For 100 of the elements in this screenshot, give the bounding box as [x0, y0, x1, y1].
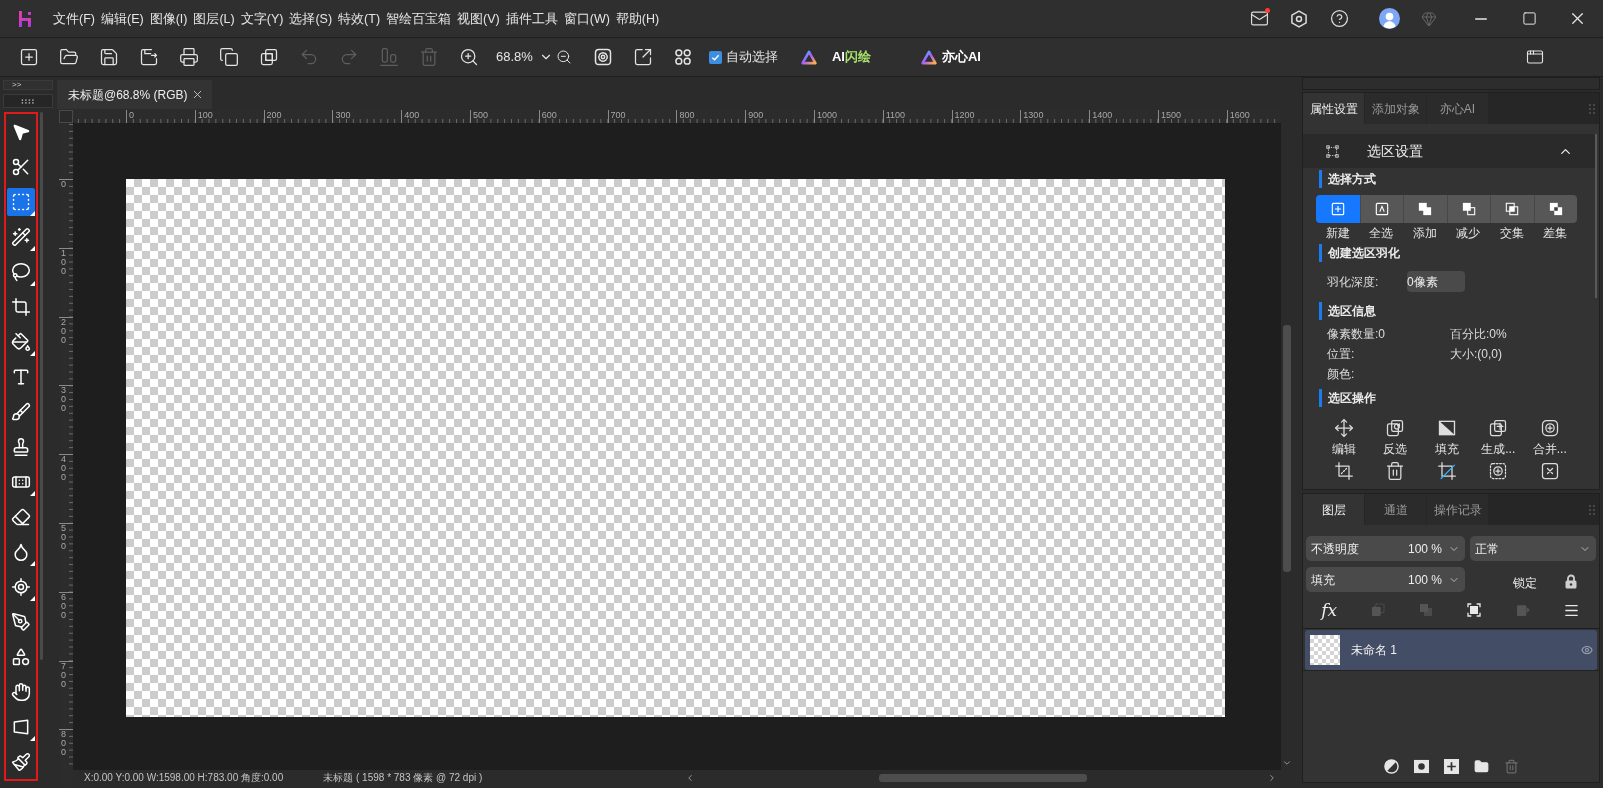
half-filled-square-icon[interactable]: [1436, 418, 1457, 438]
union-squares-icon[interactable]: [1418, 202, 1433, 216]
feather-depth-field[interactable]: 0像素: [1407, 271, 1465, 292]
selection-action-button[interactable]: 反选: [1369, 418, 1421, 457]
subtract-squares-icon[interactable]: [1461, 202, 1476, 216]
printer-icon[interactable]: [179, 47, 199, 67]
menu-item[interactable]: 文字(Y): [240, 10, 284, 27]
avatar-icon[interactable]: [1378, 8, 1400, 29]
menu-item[interactable]: 选择(S): [289, 10, 333, 27]
menu-item[interactable]: 编辑(E): [100, 10, 144, 27]
info-text: 百分比:0%: [1450, 326, 1507, 343]
stacked-squares-icon[interactable]: [1385, 418, 1406, 438]
floppy-arrow-icon[interactable]: [139, 47, 159, 67]
copy-icon[interactable]: [219, 47, 239, 67]
menu-item[interactable]: 视图(V): [457, 10, 500, 27]
help-icon[interactable]: [1329, 9, 1349, 28]
menu-item[interactable]: 插件工具: [505, 10, 558, 27]
panel-tab[interactable]: 亦心AI: [1427, 93, 1488, 124]
scrollbar-thumb[interactable]: [879, 774, 1087, 782]
ruler-label: 0: [61, 180, 67, 189]
selection-action-button[interactable]: 生成...: [1472, 418, 1524, 457]
circle-plus-icon[interactable]: [1539, 418, 1560, 438]
menu-item[interactable]: 窗口(W): [563, 10, 610, 27]
panel-tab[interactable]: 属性设置: [1303, 93, 1364, 124]
settings-icon[interactable]: [1289, 8, 1309, 29]
eye-icon[interactable]: [1581, 644, 1593, 656]
selection-action-button[interactable]: 填充: [1421, 418, 1473, 457]
framed-square-icon[interactable]: [1466, 602, 1483, 618]
selection-mode-button[interactable]: [1490, 195, 1534, 223]
info-text: 位置:: [1327, 346, 1355, 363]
panel-tab[interactable]: 操作记录: [1427, 494, 1488, 525]
ruler-label: 1100: [885, 110, 906, 120]
ai-button[interactable]: AI闪绘: [800, 47, 871, 67]
zoom-dropdown[interactable]: 68.8%: [496, 47, 553, 67]
mask-icon[interactable]: [1413, 758, 1429, 774]
plus-square-icon[interactable]: [19, 47, 39, 67]
checkmark-icon: [710, 52, 720, 62]
scroll-down-icon[interactable]: [1282, 758, 1292, 768]
intersect-squares-icon[interactable]: [1505, 202, 1520, 216]
menu-item[interactable]: 帮助(H): [615, 10, 660, 27]
trash-icon[interactable]: [1385, 461, 1406, 481]
folder-open-icon[interactable]: [59, 47, 79, 67]
panel-tab[interactable]: 通道: [1365, 494, 1426, 525]
ai-button[interactable]: 亦心AI: [920, 47, 981, 67]
grip-icon[interactable]: [1589, 103, 1595, 114]
field-label: 羽化深度:: [1327, 273, 1380, 291]
panel-tab[interactable]: 添加对象: [1365, 93, 1426, 124]
scrollbar-thumb[interactable]: [1595, 134, 1597, 298]
window-layout-icon[interactable]: [1526, 48, 1544, 66]
blend-mode-dropdown[interactable]: 正常: [1470, 536, 1596, 561]
checkbox-label[interactable]: 自动选择: [725, 47, 778, 67]
ruler-label: 400: [61, 455, 67, 483]
crop-icon[interactable]: [1333, 461, 1354, 481]
selection-action-button[interactable]: 合并...: [1524, 418, 1576, 457]
stacked-plus-icon[interactable]: [1488, 418, 1509, 438]
menu-item[interactable]: 智绘百宝箱: [386, 10, 452, 27]
zoom-out-icon[interactable]: [555, 49, 572, 65]
menu-item[interactable]: 文件(F): [53, 10, 95, 27]
close-icon[interactable]: [191, 88, 204, 101]
four-circles-icon[interactable]: [672, 47, 693, 67]
add-layer-icon[interactable]: [1443, 758, 1459, 774]
expand-panels-button[interactable]: >>: [3, 80, 53, 90]
x-square-icon[interactable]: [1539, 461, 1560, 481]
fill-dropdown[interactable]: 填充 100 %: [1306, 567, 1465, 592]
selection-mode-button[interactable]: [1533, 195, 1577, 223]
panel-tab[interactable]: 图层: [1303, 494, 1364, 525]
auto-select-checkbox[interactable]: [708, 50, 722, 64]
selection-mode-button[interactable]: [1403, 195, 1447, 223]
square-caret-icon[interactable]: [1374, 202, 1389, 216]
menu-item[interactable]: 特效(T): [338, 10, 381, 27]
section-header[interactable]: 选区设置: [1303, 134, 1595, 168]
selection-action-button[interactable]: 编辑: [1318, 418, 1370, 457]
ruler-label: 300: [61, 386, 67, 414]
opacity-dropdown[interactable]: 不透明度 100 %: [1306, 536, 1465, 561]
dashed-circle-plus-icon[interactable]: [1488, 461, 1509, 481]
menu-item[interactable]: 图像(I): [149, 10, 188, 27]
grip-icon[interactable]: [1589, 504, 1595, 515]
effects-button[interactable]: fx: [1305, 600, 1354, 620]
selection-mode-button[interactable]: [1446, 195, 1490, 223]
mode-label: 差集: [1543, 225, 1568, 241]
move-arrows-icon[interactable]: [1333, 418, 1354, 438]
menu-item[interactable]: 图层(L): [193, 10, 235, 27]
contrast-circle-icon[interactable]: [1383, 758, 1399, 774]
zoom-in-icon[interactable]: [459, 47, 479, 67]
selection-mode-button[interactable]: [1359, 195, 1403, 223]
maximize-icon[interactable]: [1521, 11, 1537, 26]
document-tab[interactable]: 未标题@68.8% (RGB): [57, 80, 212, 109]
scrollbar-thumb[interactable]: [1283, 325, 1291, 572]
export-icon[interactable]: [632, 47, 653, 67]
exclude-squares-icon[interactable]: [1548, 202, 1563, 216]
toolbox-drag-handle[interactable]: [3, 94, 53, 108]
lock-icon[interactable]: [1565, 574, 1577, 589]
scroll-right-icon[interactable]: [1267, 773, 1277, 783]
overlapping-squares-icon[interactable]: [259, 47, 279, 67]
settings-icon[interactable]: [592, 47, 613, 67]
crop-diagonal-icon[interactable]: [1436, 461, 1457, 481]
mail-icon[interactable]: [1249, 9, 1269, 28]
scroll-left-icon[interactable]: [685, 773, 695, 783]
layer-row[interactable]: 未命名 1: [1305, 630, 1597, 670]
folder-icon[interactable]: [1473, 758, 1489, 774]
